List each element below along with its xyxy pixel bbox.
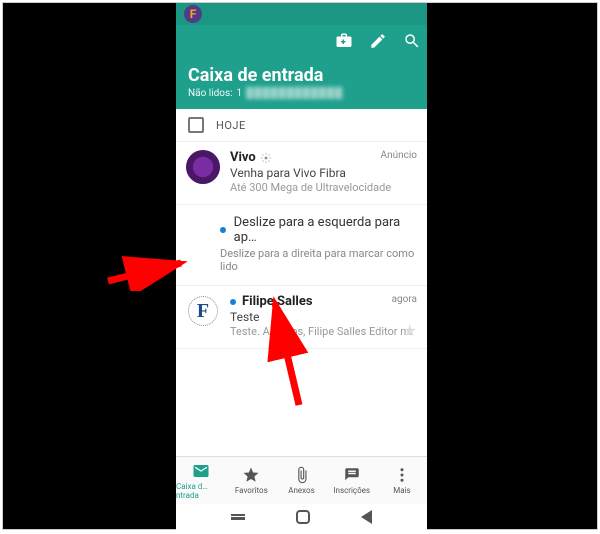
section-label-today: HOJE xyxy=(216,119,246,132)
nav-label: Anexos xyxy=(288,486,314,495)
sender-name: Filipe Salles xyxy=(242,294,313,309)
phone-screen: F Caixa de entrada Não lidos: 1 ████████… xyxy=(176,3,427,530)
nav-label: Caixa d…ntrada xyxy=(176,482,226,500)
nav-attachments[interactable]: Anexos xyxy=(276,457,326,504)
tip-text-1: Deslize para a esquerda para ap… xyxy=(234,215,415,245)
unread-summary: Não lidos: 1 ████████████ xyxy=(188,88,415,99)
nav-label: Mais xyxy=(393,486,410,495)
list-item[interactable]: Vivo Venha para Vivo Fibra Até 300 Mega … xyxy=(176,142,427,205)
avatar-letter: F xyxy=(197,300,209,323)
nav-inbox[interactable]: Caixa d…ntrada xyxy=(176,457,226,504)
item-meta-ad: Anúncio xyxy=(381,150,417,161)
nav-subscriptions[interactable]: Inscrições xyxy=(327,457,377,504)
android-nav-bar xyxy=(176,504,427,530)
status-bar: F xyxy=(176,3,427,25)
nav-label: Favoritos xyxy=(235,486,268,495)
item-body: Filipe Salles Teste Teste. Abraços, Fili… xyxy=(230,294,417,338)
list-item[interactable]: F Filipe Salles Teste Teste. Abraços, Fi… xyxy=(176,286,427,349)
screenshot-frame: F Caixa de entrada Não lidos: 1 ████████… xyxy=(2,2,598,530)
app-logo-letter: F xyxy=(190,7,197,21)
sender-name: Vivo xyxy=(230,150,256,165)
back-button[interactable] xyxy=(361,510,372,524)
tip-line2: Deslize para a direita para marcar como … xyxy=(220,247,415,273)
home-button[interactable] xyxy=(296,510,310,524)
preview: Até 300 Mega de Ultravelocidade xyxy=(230,181,417,194)
section-header-row: HOJE xyxy=(176,109,427,142)
nav-favorites[interactable]: Favoritos xyxy=(226,457,276,504)
item-meta-time: agora xyxy=(392,294,417,305)
sun-icon xyxy=(260,152,272,164)
unread-dot-icon xyxy=(220,227,226,233)
bottom-nav: Caixa d…ntrada Favoritos Anexos Inscriçõ… xyxy=(176,456,427,504)
vivo-avatar-icon xyxy=(186,150,220,184)
star-icon[interactable]: ★ xyxy=(403,321,417,340)
select-all-checkbox[interactable] xyxy=(188,117,204,133)
recents-button[interactable] xyxy=(231,514,245,520)
avatar xyxy=(186,150,220,184)
subject: Venha para Vivo Fibra xyxy=(230,166,417,180)
unread-count: 1 xyxy=(237,88,243,99)
account-email-blurred: ████████████ xyxy=(246,88,343,99)
compose-icon[interactable] xyxy=(369,32,387,54)
app-logo-icon: F xyxy=(184,5,202,23)
inbox-header: Caixa de entrada Não lidos: 1 ██████████… xyxy=(176,61,427,109)
page-title: Caixa de entrada xyxy=(188,65,415,86)
nav-label: Inscrições xyxy=(333,486,370,495)
unread-dot-icon xyxy=(230,299,236,305)
unread-label: Não lidos: xyxy=(188,88,233,99)
nav-more[interactable]: Mais xyxy=(377,457,427,504)
swipe-tip: Deslize para a esquerda para ap… Deslize… xyxy=(176,205,427,286)
app-toolbar xyxy=(176,25,427,61)
medkit-icon[interactable] xyxy=(335,32,353,54)
avatar: F xyxy=(186,294,220,328)
search-icon[interactable] xyxy=(403,32,421,54)
preview: Teste. Abraços, Filipe Salles Editor no… xyxy=(230,325,417,338)
subject: Teste xyxy=(230,310,417,324)
tip-line1: Deslize para a esquerda para ap… xyxy=(220,215,415,245)
message-list: Vivo Venha para Vivo Fibra Até 300 Mega … xyxy=(176,142,427,456)
